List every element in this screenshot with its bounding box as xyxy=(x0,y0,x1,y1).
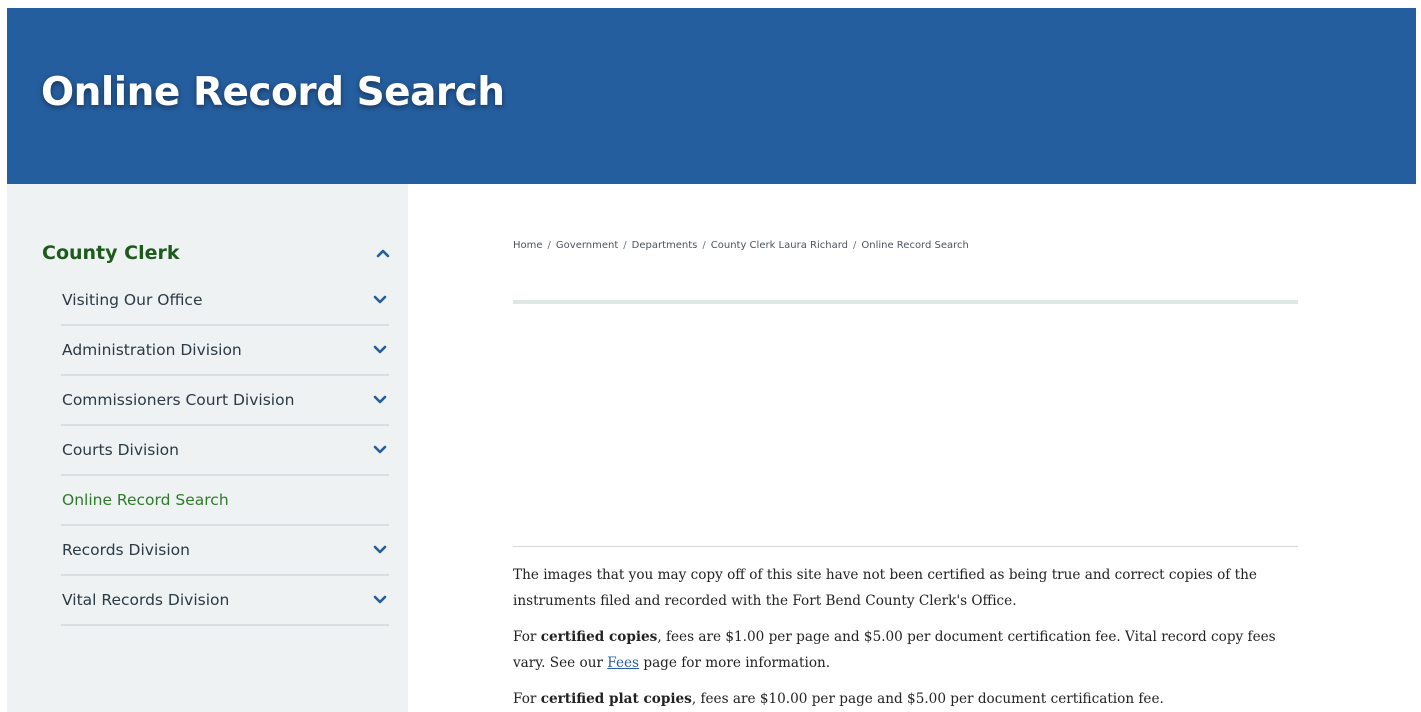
sidebar-item-label[interactable]: Visiting Our Office xyxy=(62,291,203,309)
breadcrumb-separator: / xyxy=(702,240,706,251)
sidebar-item-label[interactable]: Administration Division xyxy=(62,341,242,359)
sidebar-item-visiting-our-office[interactable]: Visiting Our Office xyxy=(61,276,389,326)
sidebar-nav: Visiting Our Office Administration Divis… xyxy=(61,276,389,626)
sidebar-item-online-record-search[interactable]: Online Record Search xyxy=(61,476,389,526)
sidebar-item-label[interactable]: Courts Division xyxy=(62,441,179,459)
content-divider xyxy=(513,546,1298,547)
breadcrumb-separator: / xyxy=(623,240,627,251)
page-banner: Online Record Search xyxy=(7,8,1416,184)
certified-plat-paragraph: For certified plat copies, fees are $10.… xyxy=(513,686,1298,712)
chevron-down-icon[interactable] xyxy=(373,443,387,457)
fees-link[interactable]: Fees xyxy=(607,655,639,671)
sidebar-item-label[interactable]: Online Record Search xyxy=(62,491,229,509)
sidebar-heading-row[interactable]: County Clerk xyxy=(42,238,390,268)
sidebar: County Clerk Visiting Our Office Adminis… xyxy=(7,184,408,712)
breadcrumb-county-clerk[interactable]: County Clerk Laura Richard xyxy=(711,240,848,251)
sidebar-item-courts-division[interactable]: Courts Division xyxy=(61,426,389,476)
breadcrumb-home[interactable]: Home xyxy=(513,240,543,251)
sidebar-item-vital-records-division[interactable]: Vital Records Division xyxy=(61,576,389,626)
certified-copies-bold: certified copies xyxy=(540,629,658,645)
sidebar-item-label[interactable]: Vital Records Division xyxy=(62,591,229,609)
content-top-divider xyxy=(513,300,1298,304)
page-title: Online Record Search xyxy=(41,70,505,115)
content-body: The images that you may copy off of this… xyxy=(513,562,1298,712)
chevron-down-icon[interactable] xyxy=(373,543,387,557)
breadcrumb-government[interactable]: Government xyxy=(556,240,618,251)
breadcrumb-separator: / xyxy=(547,240,551,251)
page: Online Record Search County Clerk Visiti… xyxy=(0,0,1421,712)
p3-text: , fees are $10.00 per page and $5.00 per… xyxy=(691,691,1164,707)
sidebar-heading[interactable]: County Clerk xyxy=(42,242,179,264)
sidebar-item-records-division[interactable]: Records Division xyxy=(61,526,389,576)
breadcrumb: Home / Government / Departments / County Clerk… xyxy=(513,240,969,251)
certified-plat-bold: certified plat copies xyxy=(540,691,692,707)
chevron-down-icon[interactable] xyxy=(373,343,387,357)
disclaimer-paragraph: The images that you may copy off of this… xyxy=(513,567,1257,609)
chevron-down-icon[interactable] xyxy=(373,393,387,407)
chevron-up-icon[interactable] xyxy=(376,246,390,260)
sidebar-item-label[interactable]: Records Division xyxy=(62,541,190,559)
breadcrumb-departments[interactable]: Departments xyxy=(632,240,698,251)
certified-copies-paragraph: For certified copies, fees are $1.00 per… xyxy=(513,624,1298,676)
sidebar-item-label[interactable]: Commissioners Court Division xyxy=(62,391,294,409)
p2-suffix: page for more information. xyxy=(639,655,831,671)
chevron-down-icon[interactable] xyxy=(373,293,387,307)
breadcrumb-current: Online Record Search xyxy=(861,240,969,251)
sidebar-item-administration-division[interactable]: Administration Division xyxy=(61,326,389,376)
p3-prefix: For xyxy=(513,691,541,707)
chevron-down-icon[interactable] xyxy=(373,593,387,607)
breadcrumb-separator: / xyxy=(852,240,857,251)
p2-prefix: For xyxy=(513,629,541,645)
sidebar-item-commissioners-court-division[interactable]: Commissioners Court Division xyxy=(61,376,389,426)
